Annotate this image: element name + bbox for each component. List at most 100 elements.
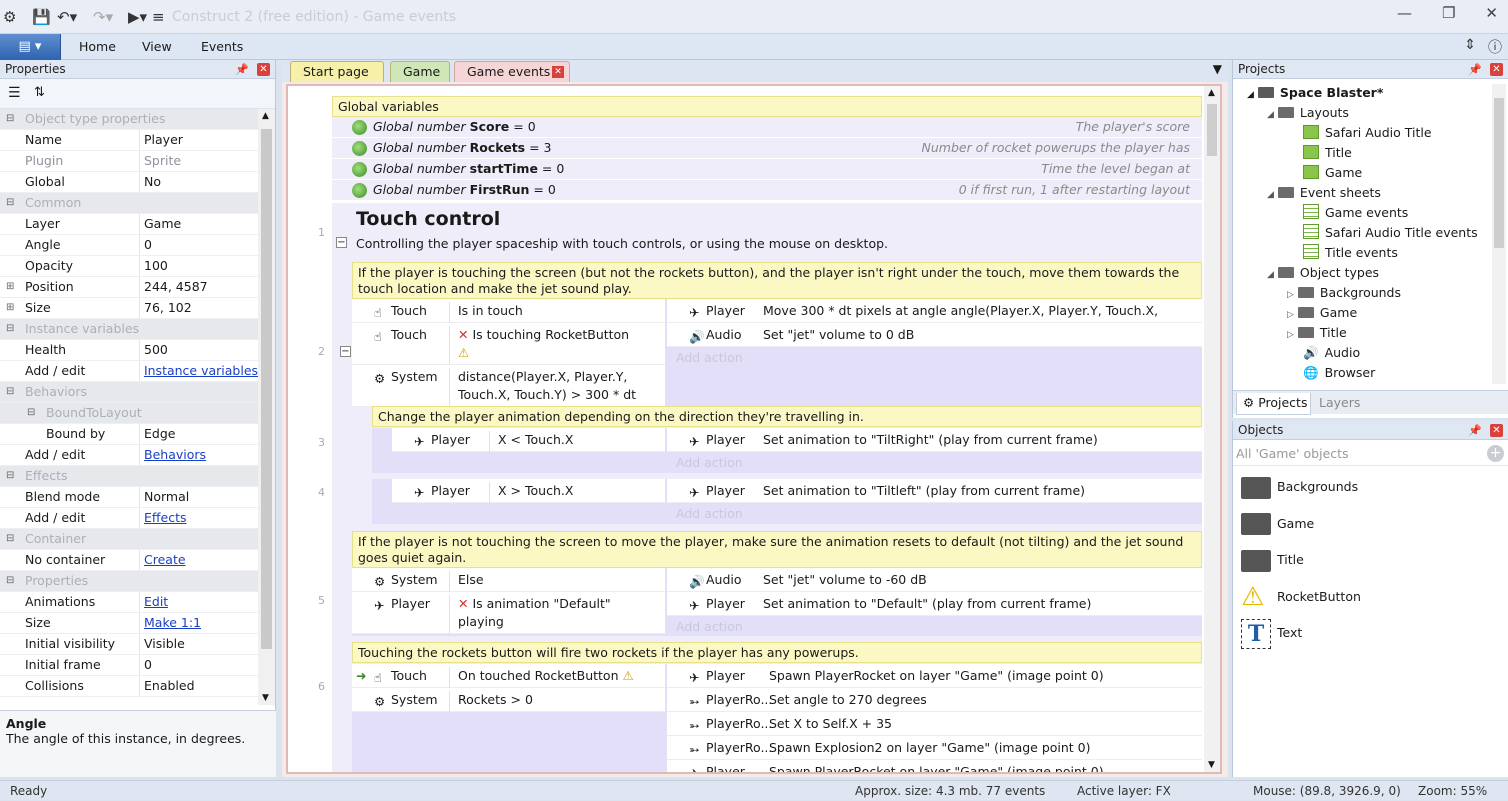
property-category[interactable]: ⊟ Object type properties <box>0 109 258 130</box>
action-row[interactable]: ✈ Player Set animation to "TiltRight" (pla… <box>667 428 1202 452</box>
scroll-thumb[interactable] <box>1207 104 1217 156</box>
action-row[interactable]: ✈ Player Spawn PlayerRocket on layer "Game… <box>667 760 1202 772</box>
add-object-icon[interactable]: + <box>1487 445 1504 462</box>
pin-icon[interactable]: 📌 <box>1468 421 1482 440</box>
categorized-icon[interactable]: ☰ <box>8 85 21 101</box>
property-value[interactable]: Behaviors <box>140 445 206 465</box>
action-row[interactable]: ➳ PlayerRo... Spawn Explosion2 on layer "G… <box>667 736 1202 760</box>
customize-quick-access-icon[interactable]: ≡ <box>152 8 165 26</box>
project-tree-item[interactable]: Game events <box>1303 203 1408 223</box>
action-row[interactable]: ✈ Player Set animation to "Default" (play … <box>667 592 1202 616</box>
pin-icon[interactable]: 📌 <box>1468 60 1482 79</box>
ribbon-tab-view[interactable]: View <box>142 39 172 54</box>
condition-row[interactable]: ➜ ☝ Touch On touched RocketButton ⚠ <box>352 664 665 690</box>
project-tree-item[interactable]: ▷ Title <box>1287 323 1347 345</box>
property-value[interactable]: Game <box>140 214 181 234</box>
property-value[interactable]: 244, 4587 <box>140 277 208 297</box>
property-value[interactable]: Player <box>140 130 183 150</box>
property-row[interactable]: Plugin Sprite <box>0 151 258 172</box>
project-tree-item[interactable]: Game <box>1303 163 1362 183</box>
property-category[interactable]: ⊟ Effects <box>0 466 258 487</box>
expand-icon[interactable]: ◢ <box>1267 110 1274 120</box>
close-icon[interactable]: ✕ <box>1490 424 1503 437</box>
expand-icon[interactable]: ▷ <box>1287 330 1294 340</box>
property-row[interactable]: ⊞ Size 76, 102 <box>0 298 258 319</box>
property-row[interactable]: No container Create <box>0 550 258 571</box>
tab-projects[interactable]: ⚙ Projects <box>1236 393 1311 415</box>
ribbon-tab-home[interactable]: Home <box>79 39 116 54</box>
collapse-icon[interactable]: ⊟ <box>6 571 14 591</box>
condition-row[interactable]: ✈ Player X > Touch.X <box>392 479 665 505</box>
condition-row[interactable]: ✈ Player ✕ Is animation "Default" playing <box>352 592 665 636</box>
tabs-dropdown-icon[interactable]: ▼ <box>1213 62 1222 76</box>
action-row[interactable]: 🔊Audio Set "jet" volume to 0 dB <box>667 323 1202 347</box>
add-action-link[interactable]: Add action <box>676 619 743 634</box>
preview-icon[interactable]: ▶▾ <box>128 8 147 26</box>
property-row[interactable]: Initial visibility Visible <box>0 634 258 655</box>
tab-start-page[interactable]: Start page <box>290 61 384 82</box>
project-tree-item[interactable]: ◢ Layouts <box>1267 103 1349 125</box>
collapse-icon[interactable]: ⊟ <box>6 109 14 129</box>
app-icon[interactable]: ⚙ <box>3 8 16 26</box>
project-tree-item[interactable]: ▷ Game <box>1287 303 1357 325</box>
event-comment[interactable]: Touching the rockets button will fire tw… <box>352 642 1202 663</box>
property-value[interactable]: 0 <box>140 655 152 675</box>
project-tree-item[interactable]: 🔊 Audio <box>1303 343 1360 363</box>
property-value[interactable]: Visible <box>140 634 185 654</box>
collapse-icon[interactable]: ⊟ <box>6 382 14 402</box>
collapse-icon[interactable]: ⊟ <box>6 466 14 486</box>
scroll-down-icon[interactable]: ▼ <box>1208 760 1215 770</box>
property-category[interactable]: ⊟ Behaviors <box>0 382 258 403</box>
action-row[interactable]: ✈ Player Spawn PlayerRocket on layer "Game… <box>667 664 1202 688</box>
collapse-icon[interactable]: ⊟ <box>6 319 14 339</box>
property-row[interactable]: ⊞ Position 244, 4587 <box>0 277 258 298</box>
project-tree-item[interactable]: ◢ Object types <box>1267 263 1379 285</box>
minimize-icon[interactable]: — <box>1397 4 1412 22</box>
project-tree-item[interactable]: 🌐 Browser <box>1303 363 1375 383</box>
scroll-down-icon[interactable]: ▼ <box>262 693 269 703</box>
project-tree-item[interactable]: Safari Audio Title events <box>1303 223 1478 243</box>
property-row[interactable]: Bound by Edge <box>0 424 258 445</box>
property-row[interactable]: Health 500 <box>0 340 258 361</box>
condition-row[interactable]: ⚙ System Else <box>352 568 665 594</box>
property-category[interactable]: ⊟ Properties <box>0 571 258 592</box>
property-subcategory[interactable]: ⊟ BoundToLayout <box>0 403 258 424</box>
tab-game[interactable]: Game <box>390 61 450 82</box>
undo-icon[interactable]: ↶▾ <box>57 8 77 26</box>
property-row[interactable]: Size Make 1:1 <box>0 613 258 634</box>
property-row[interactable]: Add / edit Effects <box>0 508 258 529</box>
object-item[interactable]: T Text <box>1241 618 1302 649</box>
object-item[interactable]: Backgrounds <box>1241 472 1358 502</box>
restore-icon[interactable]: ❐ <box>1442 4 1455 22</box>
scroll-thumb[interactable] <box>261 129 272 649</box>
property-value[interactable]: 500 <box>140 340 168 360</box>
property-value[interactable]: Create <box>140 550 186 570</box>
property-value[interactable]: Normal <box>140 487 189 507</box>
property-row[interactable]: Global No <box>0 172 258 193</box>
property-value[interactable]: Enabled <box>140 676 195 696</box>
close-tab-icon[interactable]: ✕ <box>552 66 564 78</box>
tab-game-events[interactable]: Game events ✕ <box>454 61 570 82</box>
event-comment[interactable]: Change the player animation depending on… <box>372 406 1202 427</box>
property-row[interactable]: Opacity 100 <box>0 256 258 277</box>
pin-icon[interactable]: 📌 <box>235 60 249 79</box>
expand-icon[interactable]: ⊞ <box>6 298 14 318</box>
redo-icon[interactable]: ↷▾ <box>93 8 113 26</box>
object-item[interactable]: Game <box>1241 509 1314 539</box>
collapse-icon[interactable]: − <box>340 346 351 357</box>
project-tree-item[interactable]: Title <box>1303 143 1352 163</box>
global-variable-row[interactable]: Global number Score = 0 The player's scor… <box>332 117 1202 138</box>
property-value[interactable]: Sprite <box>140 151 181 171</box>
property-row[interactable]: Collisions Enabled <box>0 676 258 697</box>
project-root[interactable]: ◢ Space Blaster* <box>1247 83 1383 105</box>
scroll-up-icon[interactable]: ▲ <box>1208 88 1215 98</box>
expand-icon[interactable]: ◢ <box>1267 270 1274 280</box>
collapse-icon[interactable]: ⊟ <box>6 193 14 213</box>
expand-icon[interactable]: ⊞ <box>6 277 14 297</box>
globals-header[interactable]: Global variables <box>332 96 1202 117</box>
save-icon[interactable]: 💾 <box>32 8 51 26</box>
condition-row[interactable]: ☝ Touch ✕ Is touching RocketButton ⚠ <box>352 323 665 367</box>
object-item[interactable]: Title <box>1241 545 1304 575</box>
expand-icon[interactable]: ◢ <box>1267 190 1274 200</box>
properties-scrollbar[interactable]: ▲ ▼ <box>258 109 275 705</box>
